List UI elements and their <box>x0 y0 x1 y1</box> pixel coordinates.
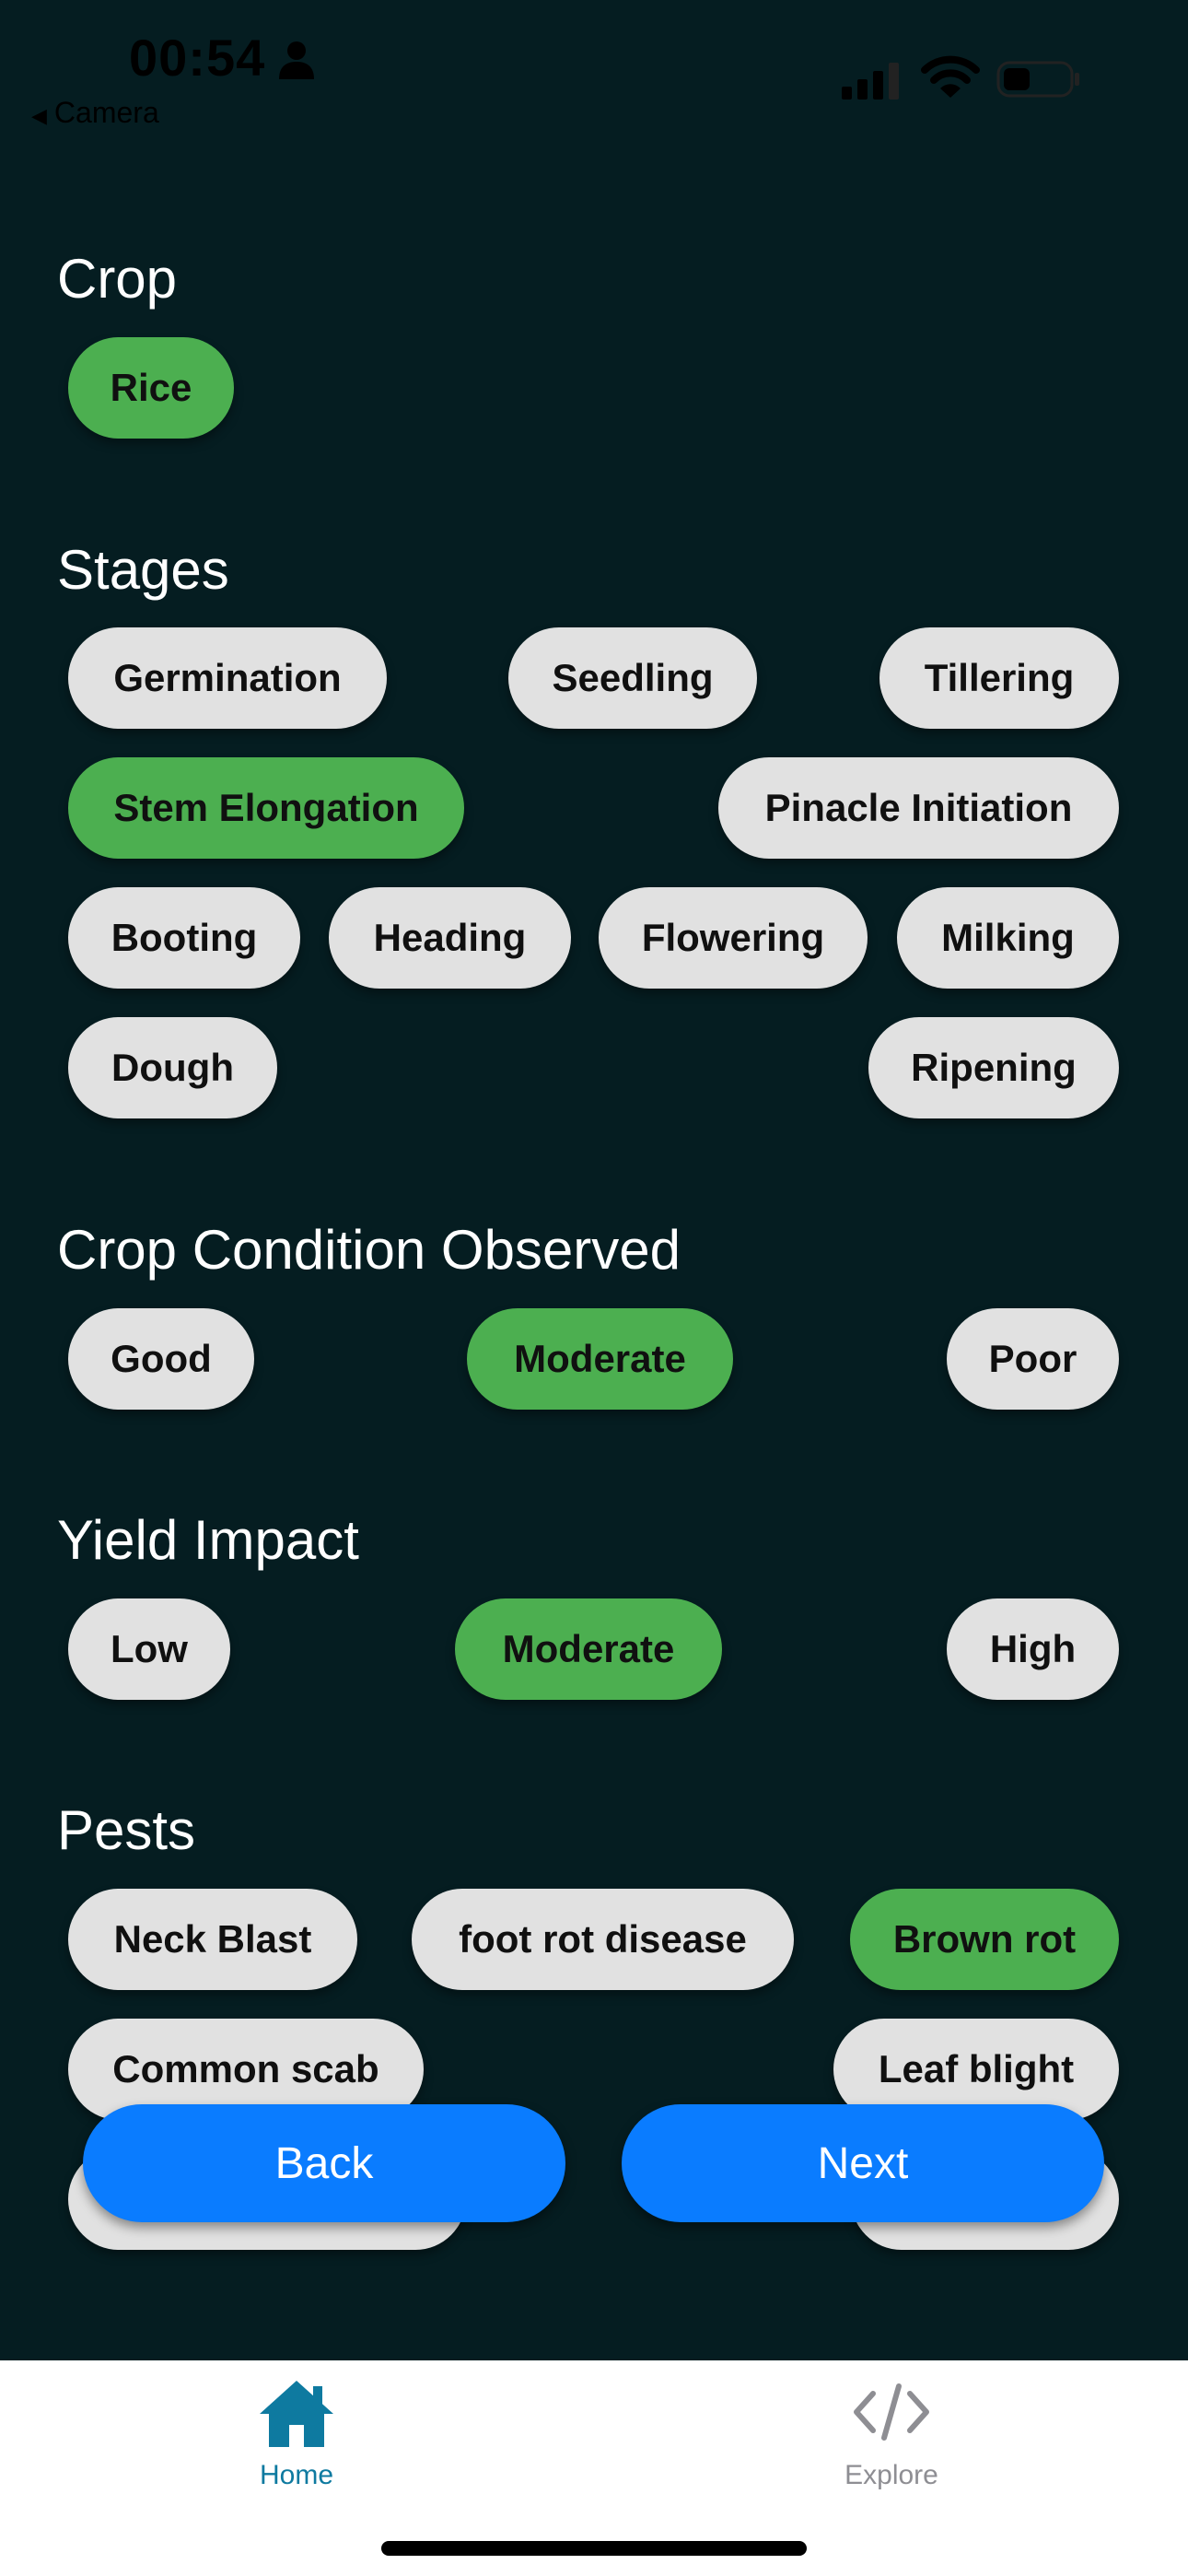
home-indicator <box>381 2541 807 2556</box>
chip-stage-ripening[interactable]: Ripening <box>868 1017 1119 1118</box>
back-button[interactable]: Back <box>83 2104 565 2222</box>
next-button[interactable]: Next <box>622 2104 1104 2222</box>
chip-stage-germination[interactable]: Germination <box>68 627 387 729</box>
section-title-crop-condition: Crop Condition Observed <box>57 1219 681 1281</box>
chip-pest-neck-blast[interactable]: Neck Blast <box>68 1889 357 1990</box>
status-bar: 00:54 ◀ Camera <box>0 0 1188 138</box>
section-title-stages: Stages <box>57 539 229 601</box>
chip-condition-poor[interactable]: Poor <box>947 1308 1119 1410</box>
chip-yield-moderate[interactable]: Moderate <box>455 1598 722 1700</box>
wifi-icon <box>921 55 980 98</box>
back-triangle-icon: ◀ <box>31 104 47 127</box>
chip-stage-tillering[interactable]: Tillering <box>879 627 1119 729</box>
section-title-crop: Crop <box>57 248 178 310</box>
home-icon <box>260 2381 333 2447</box>
chip-stage-flowering[interactable]: Flowering <box>599 887 868 989</box>
chip-yield-high[interactable]: High <box>947 1598 1119 1700</box>
cellular-signal-icon <box>842 63 899 100</box>
chip-condition-moderate[interactable]: Moderate <box>467 1308 733 1410</box>
chip-stage-pinacle-initiation[interactable]: Pinacle Initiation <box>718 757 1119 859</box>
status-time: 00:54 <box>129 29 266 87</box>
battery-icon <box>996 61 1079 98</box>
chip-stage-seedling[interactable]: Seedling <box>508 627 757 729</box>
chip-stage-dough[interactable]: Dough <box>68 1017 277 1118</box>
back-to-app-link[interactable]: ◀ Camera <box>31 96 159 130</box>
back-app-label: Camera <box>53 96 159 129</box>
tab-home-label: Home <box>259 2460 334 2490</box>
chip-pest-foot-rot-disease[interactable]: foot rot disease <box>412 1889 794 1990</box>
tab-explore-label: Explore <box>844 2460 938 2490</box>
tab-home[interactable]: Home <box>112 2360 481 2517</box>
section-title-pests: Pests <box>57 1799 196 1861</box>
section-title-yield-impact: Yield Impact <box>57 1509 359 1571</box>
chip-pest-brown-rot[interactable]: Brown rot <box>850 1889 1119 1990</box>
tab-explore[interactable]: Explore <box>707 2360 1076 2517</box>
chip-stage-milking[interactable]: Milking <box>897 887 1119 989</box>
chip-stage-heading[interactable]: Heading <box>329 887 571 989</box>
chip-stage-booting[interactable]: Booting <box>68 887 300 989</box>
chip-stage-stem-elongation[interactable]: Stem Elongation <box>68 757 464 859</box>
chip-yield-low[interactable]: Low <box>68 1598 230 1700</box>
person-icon <box>279 41 314 79</box>
chip-condition-good[interactable]: Good <box>68 1308 254 1410</box>
code-icon <box>854 2383 929 2441</box>
chip-crop-rice[interactable]: Rice <box>68 337 234 439</box>
